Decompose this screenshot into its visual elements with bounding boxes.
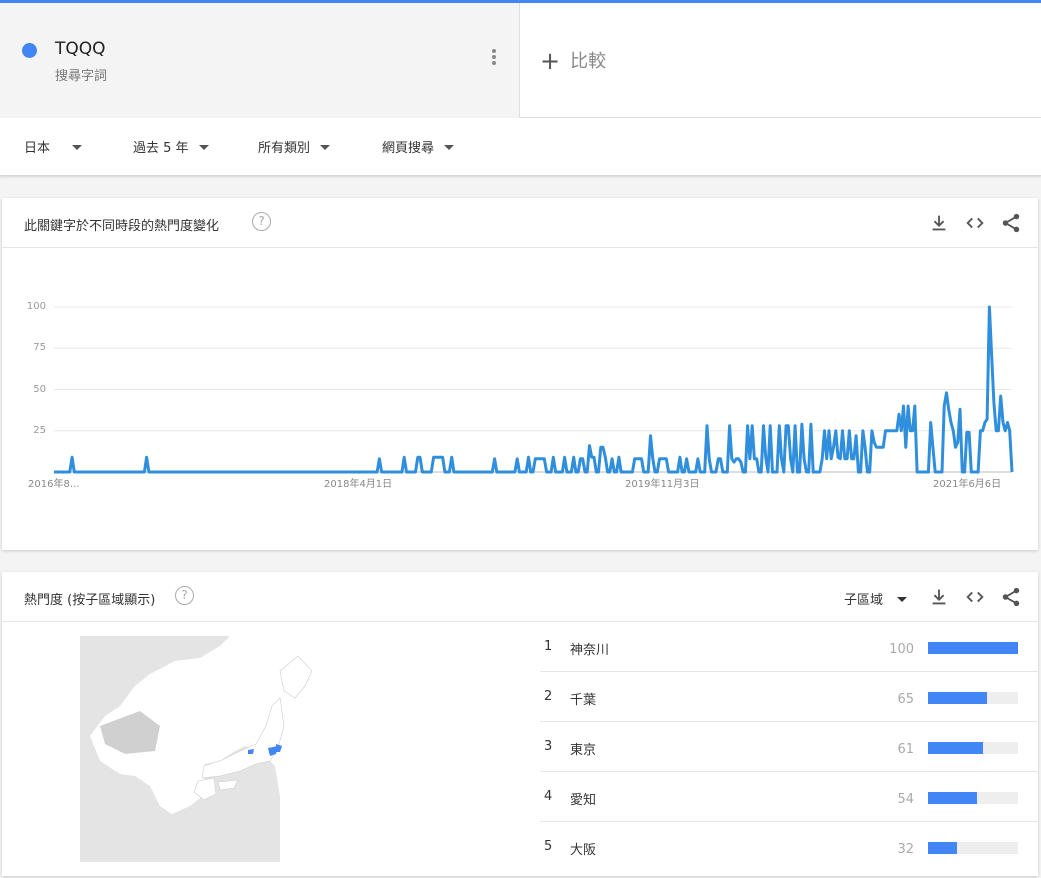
filter-search-type[interactable]: 網頁搜尋 — [382, 137, 455, 156]
region-name: 神奈川 — [570, 643, 610, 658]
filter-category-label: 所有類別 — [258, 141, 311, 156]
region-bar-track — [928, 842, 1018, 854]
plus-icon: + — [540, 47, 561, 75]
share-icon[interactable] — [1000, 586, 1022, 608]
region-rank: 4 — [544, 789, 553, 804]
dropdown-arrow-icon — [320, 145, 331, 150]
region-value: 32 — [897, 842, 914, 857]
dropdown-arrow-icon — [897, 597, 908, 602]
region-bar-track — [928, 642, 1018, 654]
region-name: 千葉 — [570, 693, 597, 708]
region-rank: 5 — [544, 839, 553, 854]
embed-icon[interactable] — [964, 586, 986, 608]
term-name: TQQQ — [55, 39, 106, 59]
region-bar-track — [928, 742, 1018, 754]
help-icon[interactable]: ? — [252, 212, 271, 231]
x-tick-label: 2021年6月6日 — [933, 479, 1002, 490]
card-title: 此關鍵字於不同時段的熱門度變化 — [24, 219, 220, 234]
dropdown-arrow-icon — [72, 145, 83, 150]
search-term-bar: TQQQ 搜尋字詞 + 比較 — [0, 3, 1041, 118]
region-map[interactable] — [80, 636, 360, 862]
region-bar — [928, 792, 977, 804]
list-item[interactable]: 2 千葉 65 — [540, 672, 1038, 722]
region-value: 65 — [897, 692, 914, 707]
search-term-card[interactable]: TQQQ 搜尋字詞 — [0, 3, 520, 118]
interest-by-region-card: 熱門度 (按子區域顯示) ? 子區域 1 神奈川 100 2 千葉 65 3 東… — [2, 572, 1038, 876]
list-item[interactable]: 5 大阪 32 — [540, 822, 1038, 872]
filter-time[interactable]: 過去 5 年 — [133, 137, 209, 156]
x-tick-label: 2016年8… — [28, 479, 80, 490]
term-type: 搜尋字詞 — [55, 69, 108, 84]
region-bar — [928, 642, 1018, 654]
region-value: 100 — [889, 642, 914, 657]
region-bar — [928, 842, 957, 854]
region-bar — [928, 742, 983, 754]
compare-label: 比較 — [570, 51, 607, 72]
line-chart[interactable] — [2, 248, 1038, 538]
filter-region-label: 日本 — [24, 141, 51, 156]
filter-category[interactable]: 所有類別 — [258, 137, 331, 156]
region-value: 54 — [897, 792, 914, 807]
region-rank: 3 — [544, 739, 553, 754]
share-icon[interactable] — [1000, 212, 1022, 234]
download-icon[interactable] — [928, 586, 950, 608]
x-tick-label: 2019年11月3日 — [625, 479, 700, 490]
region-bar-track — [928, 792, 1018, 804]
filter-time-label: 過去 5 年 — [133, 141, 189, 156]
region-name: 大阪 — [570, 843, 597, 858]
list-item[interactable]: 3 東京 61 — [540, 722, 1038, 772]
card-title: 熱門度 (按子區域顯示) — [24, 593, 156, 608]
list-item[interactable]: 1 神奈川 100 — [540, 622, 1038, 672]
dropdown-arrow-icon — [444, 145, 455, 150]
resolution-label: 子區域 — [844, 593, 884, 608]
filter-search-type-label: 網頁搜尋 — [382, 141, 435, 156]
embed-icon[interactable] — [964, 212, 986, 234]
region-rank: 1 — [544, 639, 553, 654]
region-name: 愛知 — [570, 793, 597, 808]
x-tick-label: 2018年4月1日 — [324, 479, 393, 490]
list-item[interactable]: 4 愛知 54 — [540, 772, 1038, 822]
card-header: 此關鍵字於不同時段的熱門度變化 ? — [2, 198, 1038, 248]
download-icon[interactable] — [928, 212, 950, 234]
compare-button[interactable]: + 比較 — [540, 47, 606, 75]
help-icon[interactable]: ? — [175, 586, 194, 605]
region-name: 東京 — [570, 743, 597, 758]
region-rank: 2 — [544, 689, 553, 704]
region-bar — [928, 692, 987, 704]
region-bar-track — [928, 692, 1018, 704]
filter-region[interactable]: 日本 — [24, 137, 83, 156]
card-header: 熱門度 (按子區域顯示) ? 子區域 — [2, 572, 1038, 622]
term-color-dot — [22, 43, 37, 58]
region-value: 61 — [897, 742, 914, 757]
interest-over-time-card: 此關鍵字於不同時段的熱門度變化 ? 100 75 50 25 2016年8… 2… — [2, 198, 1038, 550]
resolution-select[interactable]: 子區域 — [844, 589, 908, 608]
filter-bar: 日本 過去 5 年 所有類別 網頁搜尋 — [0, 118, 1041, 176]
dropdown-arrow-icon — [198, 145, 209, 150]
more-vert-icon[interactable] — [486, 49, 502, 69]
